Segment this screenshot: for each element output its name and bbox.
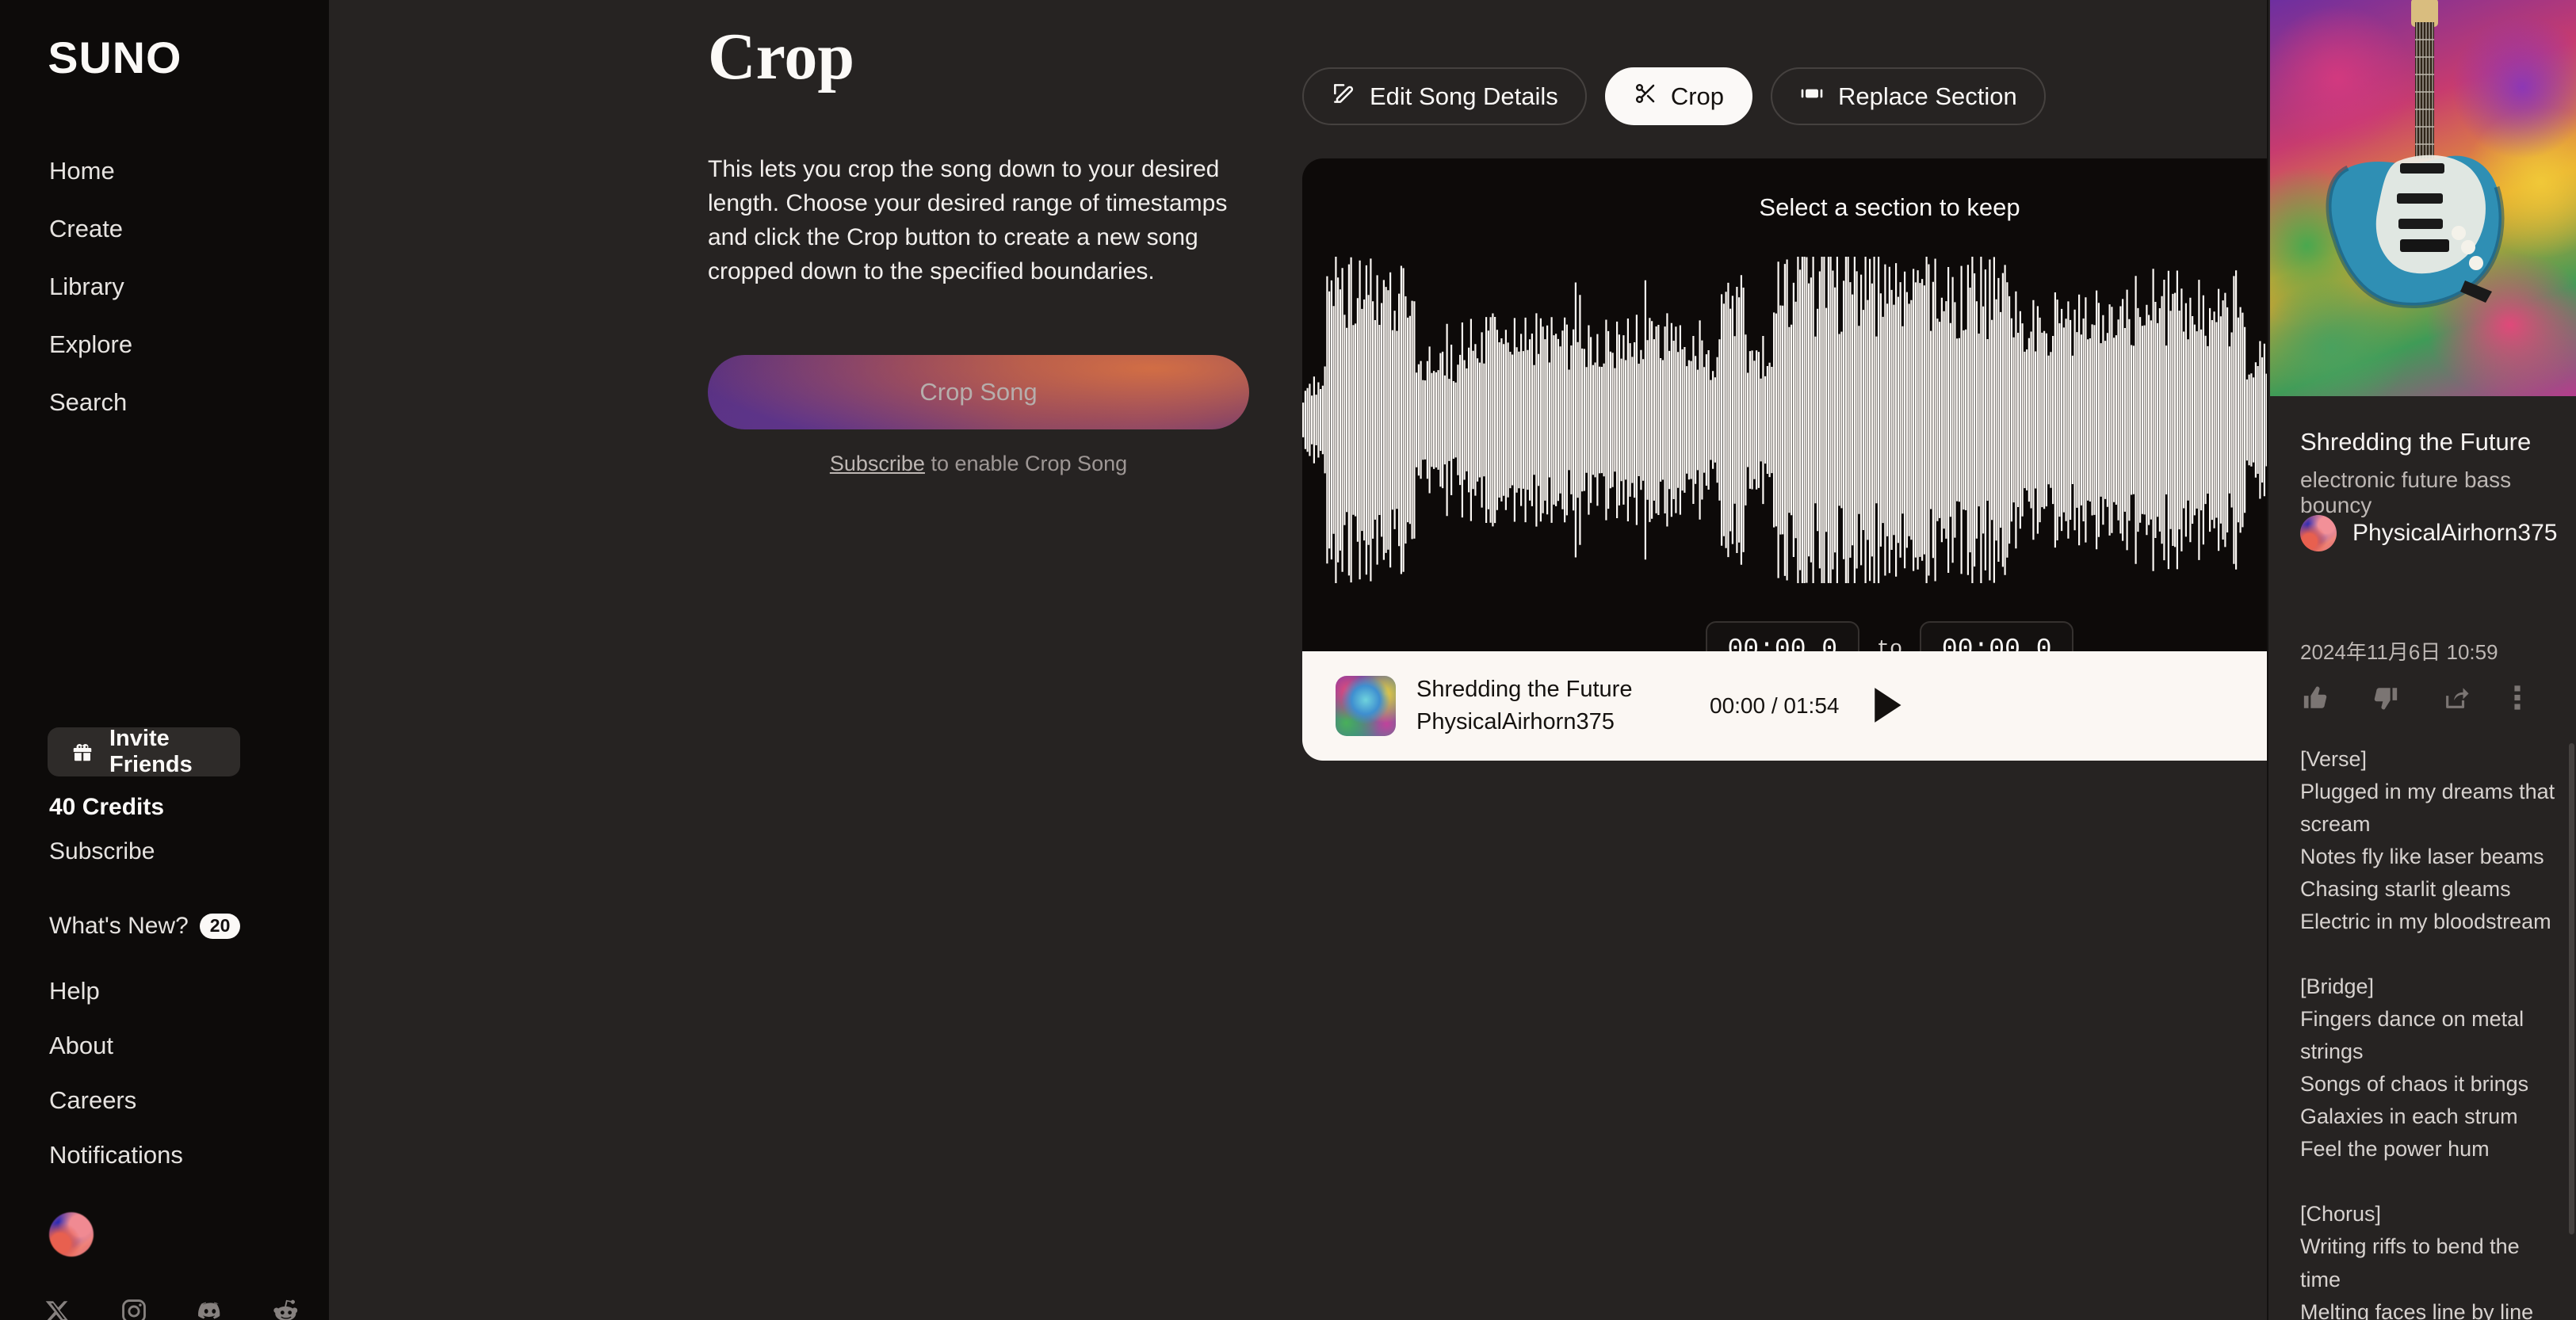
invite-friends-button[interactable]: Invite Friends [48, 726, 240, 777]
instagram-icon[interactable] [120, 1298, 147, 1320]
player-artist-name: PhysicalAirhorn375 [1416, 709, 1615, 734]
sidebar: SUNO Home Create Library Explore Search … [0, 0, 329, 1320]
sidebar-item-search[interactable]: Search [49, 390, 132, 414]
sidebar-item-help[interactable]: Help [49, 979, 183, 1003]
sidebar-item-create[interactable]: Create [49, 216, 132, 241]
song-timestamp: 2024年11月6日 10:59 [2300, 640, 2498, 664]
song-actions [2297, 680, 2526, 719]
app-root: SUNO Home Create Library Explore Search … [0, 0, 2576, 1320]
song-detail-panel: Shredding the Future electronic future b… [2267, 0, 2576, 1320]
sidebar-primary-nav: Home Create Library Explore Search [49, 158, 132, 448]
invite-friends-label: Invite Friends [109, 726, 193, 777]
credits-count: 40 Credits [49, 794, 165, 820]
scissors-icon [1634, 82, 1657, 112]
share-icon [2443, 685, 2470, 714]
x-icon[interactable] [44, 1298, 71, 1320]
thumbs-down-button[interactable] [2368, 680, 2404, 719]
song-title: Shredding the Future [2300, 428, 2532, 456]
whats-new-label: What's New? [49, 913, 189, 939]
sidebar-item-home[interactable]: Home [49, 158, 132, 183]
section-bar-icon [1799, 81, 1825, 113]
thumbs-down-icon [2372, 685, 2399, 714]
player-song-title: Shredding the Future [1416, 676, 1633, 702]
tab-crop-label: Crop [1670, 82, 1725, 110]
gift-icon [70, 740, 95, 764]
page-description: This lets you crop the song down to your… [708, 156, 1228, 284]
player-timecode: 00:00 / 01:54 [1710, 693, 1840, 718]
thumbs-up-button[interactable] [2297, 680, 2333, 719]
mode-tabs: Edit Song Details Crop Replace Section [1302, 67, 2046, 125]
tab-edit-song-details-label: Edit Song Details [1370, 82, 1558, 110]
reddit-icon[interactable] [273, 1298, 300, 1320]
sidebar-item-subscribe[interactable]: Subscribe [49, 838, 155, 865]
sidebar-item-whats-new[interactable]: What's New? 20 [49, 913, 241, 940]
tab-crop[interactable]: Crop [1604, 67, 1753, 125]
player-thumbnail[interactable] [1336, 676, 1396, 736]
guitar-illustration [2326, 0, 2505, 308]
play-icon [1871, 687, 1904, 727]
artist-name: PhysicalAirhorn375 [2352, 520, 2558, 546]
player-track-meta: Shredding the Future PhysicalAirhorn375 [1416, 673, 1702, 738]
song-tags: electronic future bass bouncy [2300, 467, 2512, 517]
sidebar-secondary-nav: Help About Careers Notifications [49, 979, 183, 1197]
tab-replace-section[interactable]: Replace Section [1771, 67, 2046, 125]
whats-new-badge: 20 [199, 913, 241, 940]
suno-logo[interactable]: SUNO [48, 32, 182, 83]
artist-row[interactable]: PhysicalAirhorn375 [2300, 515, 2557, 551]
share-button[interactable] [2438, 680, 2475, 719]
subscribe-note: Subscribe to enable Crop Song [708, 452, 1249, 476]
main-content: Crop This lets you crop the song down to… [329, 0, 2482, 1320]
more-vertical-icon [2513, 685, 2521, 714]
cover-art[interactable] [2270, 0, 2576, 396]
sidebar-item-explore[interactable]: Explore [49, 332, 132, 357]
sidebar-item-notifications[interactable]: Notifications [49, 1143, 183, 1167]
play-button[interactable] [1871, 685, 1904, 727]
tab-edit-song-details[interactable]: Edit Song Details [1302, 67, 1587, 125]
song-lyrics: [Verse] Plugged in my dreams that scream… [2300, 747, 2555, 1320]
lyrics-scrollbar[interactable] [2569, 743, 2574, 1234]
tab-replace-section-label: Replace Section [1838, 82, 2017, 110]
crop-song-button[interactable]: Crop Song [708, 355, 1249, 429]
discord-icon[interactable] [197, 1298, 224, 1320]
artist-avatar [2300, 515, 2337, 551]
edit-pencil-icon [1331, 81, 1356, 113]
crop-song-label: Crop Song [919, 378, 1038, 406]
thumbs-up-icon [2302, 685, 2329, 714]
user-avatar[interactable] [49, 1212, 94, 1257]
subscribe-note-rest: to enable Crop Song [924, 452, 1128, 475]
sidebar-item-about[interactable]: About [49, 1033, 183, 1058]
sidebar-item-library[interactable]: Library [49, 274, 132, 299]
page-title: Crop [708, 20, 855, 93]
song-more-button[interactable] [2509, 680, 2526, 719]
subscribe-note-link[interactable]: Subscribe [830, 452, 925, 475]
social-links [44, 1298, 300, 1320]
sidebar-item-careers[interactable]: Careers [49, 1088, 183, 1112]
